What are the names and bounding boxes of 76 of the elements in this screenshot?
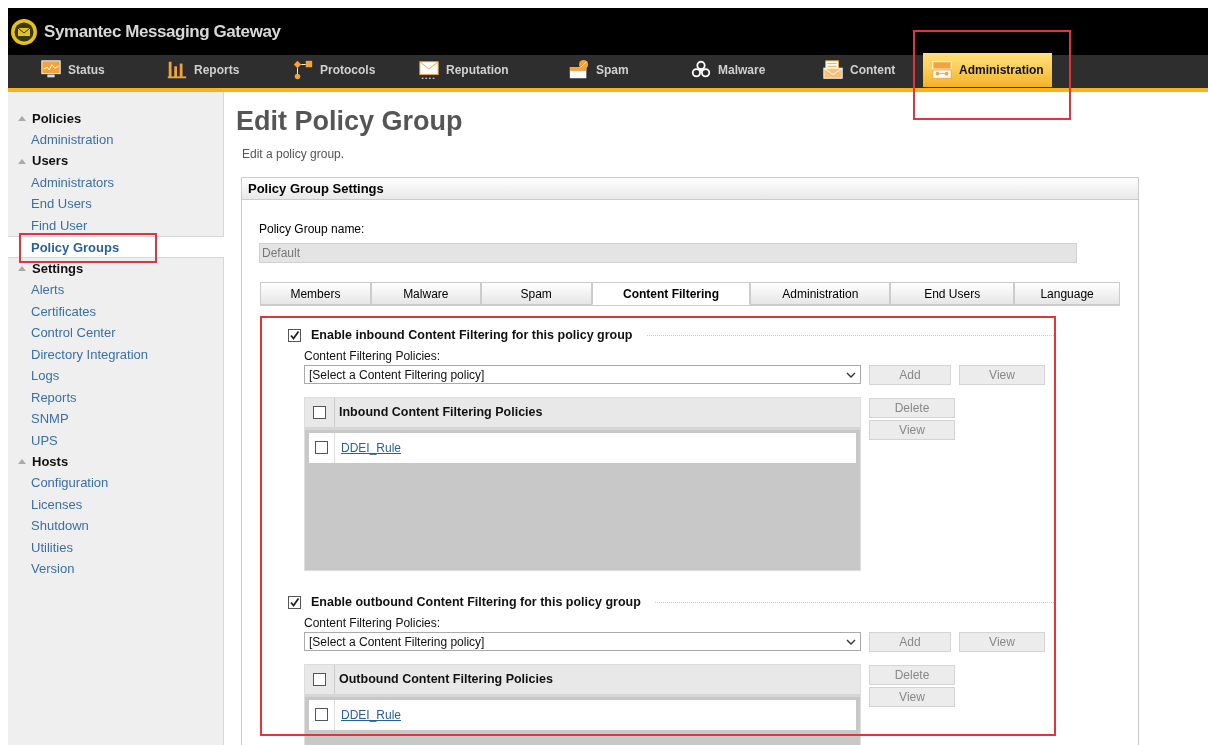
nav-tab[interactable]: Administration: [923, 53, 1052, 87]
sidebar-heading: Settings: [32, 259, 84, 278]
sidebar-item[interactable]: Administration: [8, 129, 223, 151]
chevron-down-icon: [846, 638, 856, 645]
sidebar-item[interactable]: Control Center: [8, 322, 223, 344]
nav-tab[interactable]: Reputation: [416, 53, 511, 87]
sidebar-item[interactable]: Directory Integration: [8, 343, 223, 365]
button[interactable]: Delete: [869, 664, 955, 685]
checkbox[interactable]: [315, 441, 328, 455]
button[interactable]: View: [959, 364, 1045, 385]
checkbox-label: Enable inbound Content Filtering for this policy group: [311, 327, 633, 345]
sidebar-heading: Hosts: [32, 452, 69, 471]
sidebar-item[interactable]: Policy Groups: [8, 236, 224, 258]
nav-tab[interactable]: Reports: [164, 53, 242, 87]
checkbox[interactable]: [313, 405, 326, 419]
tab[interactable]: Members: [260, 282, 371, 306]
button[interactable]: Delete: [869, 397, 955, 418]
sidebar-item[interactable]: Find User: [8, 214, 223, 236]
envelope-icon: [418, 59, 440, 81]
panel-title: Policy Group Settings: [242, 178, 1138, 201]
policy-link[interactable]: DDEI_Rule: [335, 705, 402, 724]
tab[interactable]: Spam: [480, 282, 592, 306]
policy-dropdown[interactable]: [Select a Content Filtering policy]: [304, 365, 861, 385]
sidebar-item[interactable]: Licenses: [8, 493, 223, 515]
checkbox[interactable]: [288, 595, 301, 609]
column-header: Outbound Content Filtering Policies: [338, 670, 553, 688]
sidebar-heading: Users: [32, 152, 69, 171]
field-label: Policy Group name:: [259, 221, 366, 239]
sidebar-heading: Policies: [32, 109, 82, 128]
tab[interactable]: Administration: [750, 282, 891, 306]
flow-icon: [292, 59, 314, 81]
policy-dropdown[interactable]: [Select a Content Filtering policy]: [304, 632, 861, 652]
sidebar-item[interactable]: SNMP: [8, 408, 223, 430]
nav-tab[interactable]: Status: [38, 53, 107, 87]
sidebar-item[interactable]: Reports: [8, 386, 223, 408]
checkbox[interactable]: [288, 328, 301, 342]
chevron-down-icon: [846, 371, 856, 378]
tab[interactable]: End Users: [890, 282, 1015, 306]
button[interactable]: View: [959, 631, 1045, 652]
nav-tab[interactable]: Malware: [688, 53, 768, 87]
tab[interactable]: Language: [1014, 282, 1120, 306]
sidebar-item[interactable]: Alerts: [8, 279, 223, 301]
sidebar-item[interactable]: Shutdown: [8, 515, 223, 537]
checkbox[interactable]: [315, 708, 328, 722]
tab[interactable]: Malware: [370, 282, 481, 306]
app-title: Symantec Messaging Gateway: [44, 20, 281, 43]
sidebar-item[interactable]: UPS: [8, 429, 223, 451]
nav-tab[interactable]: Spam: [566, 53, 631, 87]
nav-tab[interactable]: Protocols: [290, 53, 378, 87]
field-label: Content Filtering Policies:: [304, 614, 442, 632]
toolbox-icon: [931, 59, 953, 81]
sidebar-item[interactable]: Certificates: [8, 300, 223, 322]
letter-icon: [822, 59, 844, 81]
page-subtitle: Edit a policy group.: [242, 146, 346, 164]
sidebar-item[interactable]: Version: [8, 558, 223, 580]
sidebar-item[interactable]: End Users: [8, 193, 223, 215]
sidebar-item[interactable]: Configuration: [8, 472, 223, 494]
checkbox[interactable]: [313, 672, 326, 686]
sidebar-item[interactable]: Logs: [8, 365, 223, 387]
nav-tab[interactable]: Content: [820, 53, 898, 87]
spam-icon: [568, 59, 590, 81]
field-label: Content Filtering Policies:: [304, 347, 442, 365]
button[interactable]: Add: [869, 631, 951, 652]
name-field[interactable]: Default: [259, 243, 1077, 264]
policy-link[interactable]: DDEI_Rule: [335, 438, 402, 457]
sidebar-item[interactable]: Utilities: [8, 536, 223, 558]
tab[interactable]: Content Filtering: [591, 282, 751, 306]
column-header: Inbound Content Filtering Policies: [338, 403, 543, 421]
page-title: Edit Policy Group: [236, 105, 464, 138]
logo-icon: [10, 17, 38, 46]
sidebar-item[interactable]: Administrators: [8, 171, 223, 193]
button[interactable]: View: [869, 419, 955, 440]
bar-chart-icon: [166, 59, 188, 81]
button[interactable]: Add: [869, 364, 951, 385]
checkbox-label: Enable outbound Content Filtering for this policy group: [311, 593, 641, 611]
button[interactable]: View: [869, 686, 955, 707]
